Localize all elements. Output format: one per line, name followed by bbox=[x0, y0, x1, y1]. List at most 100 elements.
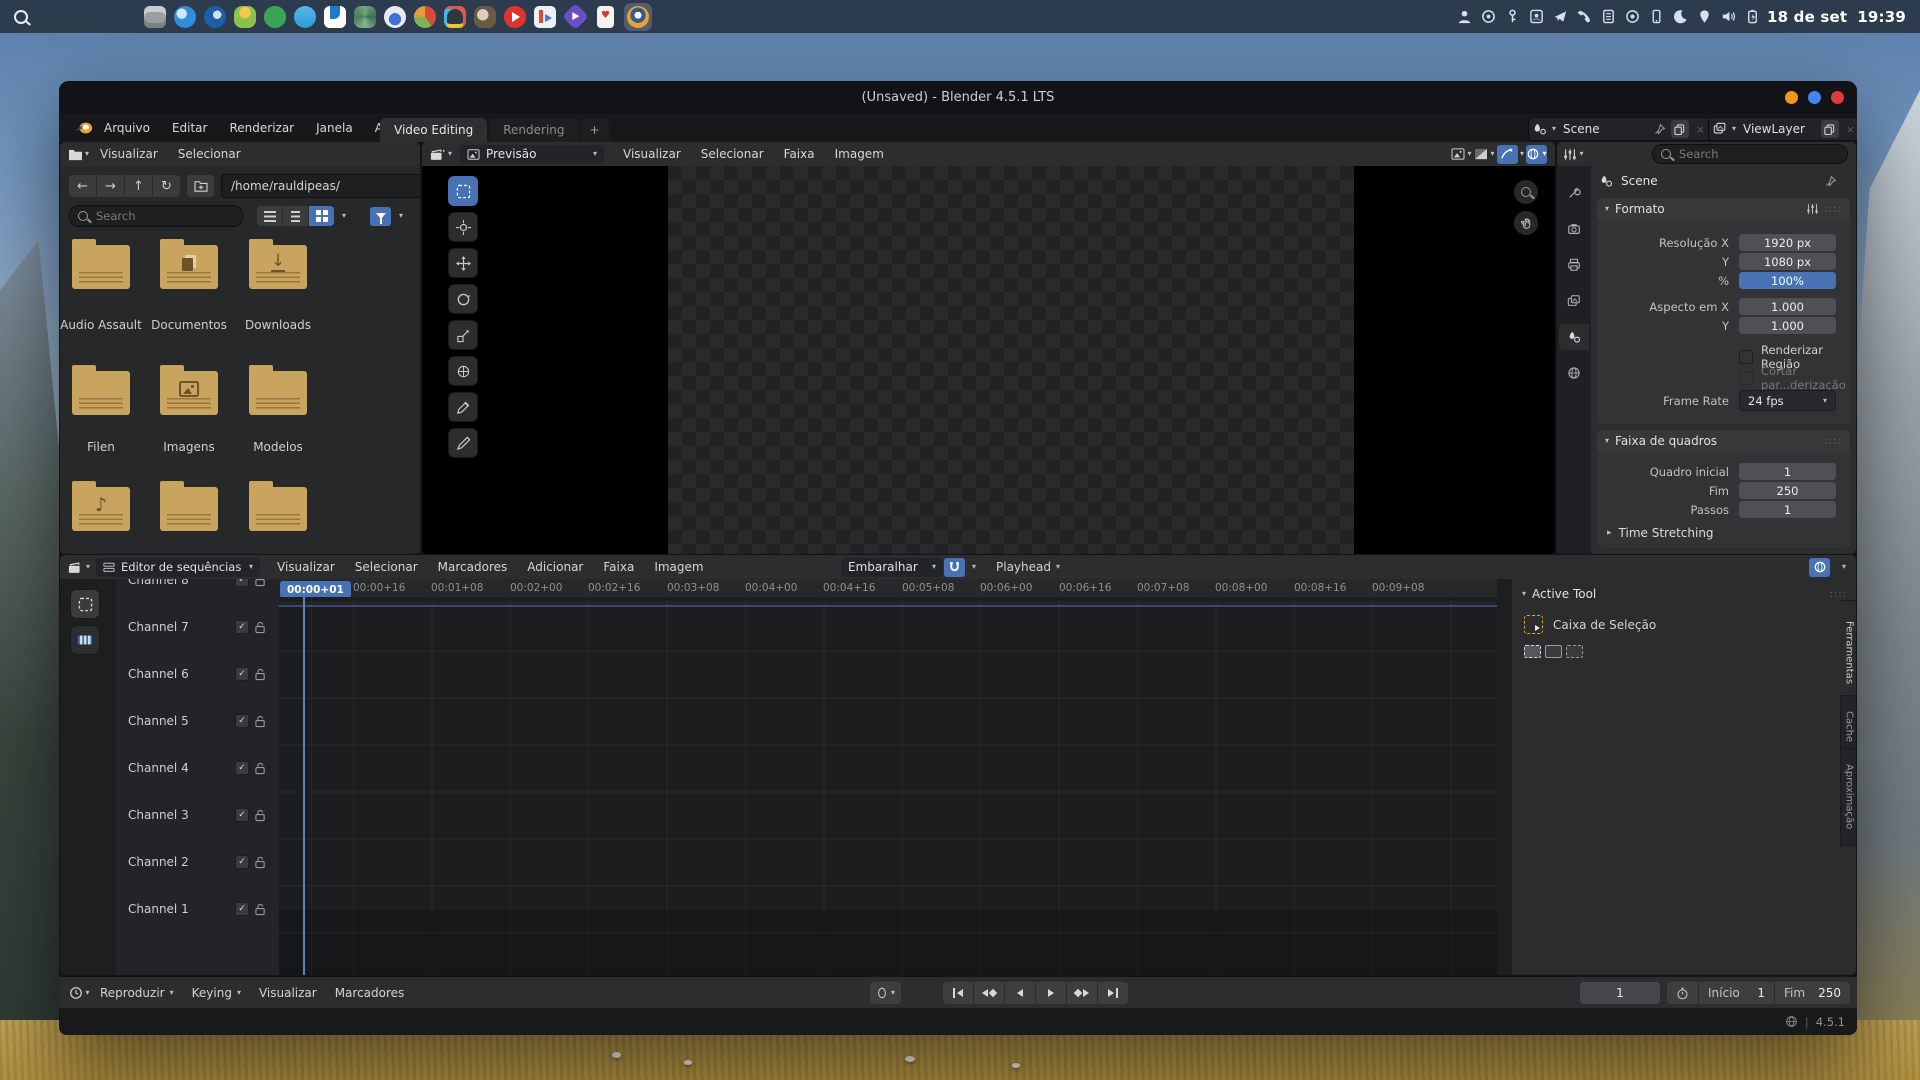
folder-documentos[interactable] bbox=[160, 245, 218, 289]
drag-dots-icon[interactable]: :::: bbox=[1825, 436, 1842, 447]
preview-canvas[interactable] bbox=[668, 166, 1354, 554]
menu-visualizar[interactable]: Visualizar bbox=[259, 986, 317, 1000]
back-button[interactable] bbox=[69, 175, 97, 197]
file-manager-icon[interactable] bbox=[144, 6, 166, 28]
unlink-scene-icon[interactable]: × bbox=[1694, 123, 1707, 136]
davinci-resolve-icon[interactable] bbox=[444, 6, 466, 28]
weather-app-icon[interactable] bbox=[384, 6, 406, 28]
thumbnail-view-button[interactable] bbox=[309, 206, 334, 226]
drag-dots-icon[interactable]: :::: bbox=[1825, 204, 1842, 215]
formato-panel-header[interactable]: Formato :::: bbox=[1597, 198, 1850, 220]
night-light-tray-icon[interactable] bbox=[1673, 9, 1688, 24]
pin-icon[interactable] bbox=[1653, 123, 1666, 136]
seq-overlays-toggle[interactable] bbox=[1809, 558, 1830, 577]
fb-search[interactable] bbox=[69, 205, 243, 227]
resolution-x-field[interactable]: 1920 px bbox=[1739, 234, 1836, 251]
overlap-mode-dropdown[interactable]: Embaralhar bbox=[841, 558, 943, 577]
preview-shading-dropdown[interactable] bbox=[1474, 145, 1495, 164]
select-box-tool-icon[interactable] bbox=[1524, 615, 1543, 634]
tool-annotate[interactable] bbox=[448, 428, 478, 458]
seq-menu-marcadores[interactable]: Marcadores bbox=[429, 560, 517, 574]
phone-tray-icon[interactable] bbox=[1649, 9, 1664, 24]
menu-arquivo[interactable]: Arquivo bbox=[93, 114, 161, 142]
seq-tool-select-box[interactable] bbox=[70, 589, 100, 619]
list-view-detail-button[interactable] bbox=[283, 206, 309, 226]
forward-button[interactable] bbox=[97, 175, 125, 197]
channel-mute-checkbox[interactable]: ✓ bbox=[235, 902, 249, 916]
remove-viewlayer-icon[interactable]: × bbox=[1844, 123, 1857, 136]
editor-type-properties[interactable] bbox=[1563, 145, 1584, 164]
seq-menu-selecionar[interactable]: Selecionar bbox=[346, 560, 427, 574]
play-button[interactable] bbox=[1036, 982, 1067, 1004]
new-viewlayer-button[interactable] bbox=[1821, 120, 1839, 138]
fb-menu-visualizar[interactable]: Visualizar bbox=[91, 147, 167, 161]
scene-selector[interactable]: Scene × bbox=[1528, 117, 1712, 141]
strip-select-variant-icon[interactable] bbox=[1524, 645, 1541, 658]
properties-search[interactable] bbox=[1652, 144, 1848, 164]
channel-row[interactable]: Channel 5 ✓ bbox=[116, 698, 276, 745]
menu-keying[interactable]: Keying bbox=[192, 986, 241, 1000]
channel-row[interactable]: Channel 2 ✓ bbox=[116, 839, 276, 886]
channel-mute-checkbox[interactable]: ✓ bbox=[235, 855, 249, 869]
tab-output[interactable] bbox=[1559, 252, 1589, 278]
channel-row[interactable]: Channel 6 ✓ bbox=[116, 651, 276, 698]
pv-menu-visualizar[interactable]: Visualizar bbox=[614, 147, 690, 161]
tab-video-editing[interactable]: Video Editing bbox=[380, 118, 487, 142]
view-mode-dropdown[interactable]: Previsão bbox=[460, 145, 604, 164]
tab-rendering[interactable]: Rendering bbox=[489, 118, 578, 142]
crop-region-checkbox[interactable] bbox=[1739, 371, 1753, 385]
freetube-icon[interactable] bbox=[534, 6, 556, 28]
snap-toggle[interactable] bbox=[944, 558, 965, 577]
pin-icon[interactable] bbox=[1824, 175, 1837, 188]
editor-type-preview[interactable] bbox=[430, 145, 452, 164]
viewlayer-selector[interactable]: ViewLayer × bbox=[1708, 117, 1857, 141]
clock[interactable]: 18 de set 19:39 bbox=[1767, 8, 1906, 26]
menu-marcadores[interactable]: Marcadores bbox=[335, 986, 405, 1000]
maximize-button[interactable] bbox=[1808, 91, 1821, 104]
contact-badge-tray-icon[interactable] bbox=[1529, 9, 1544, 24]
jump-to-start-button[interactable] bbox=[943, 982, 974, 1004]
blender-logo-icon[interactable] bbox=[75, 121, 93, 135]
fb-menu-selecionar[interactable]: Selecionar bbox=[169, 147, 250, 161]
frame-range-panel-header[interactable]: Faixa de quadros :::: bbox=[1597, 430, 1850, 452]
tool-rotate[interactable] bbox=[448, 284, 478, 314]
channel-row[interactable]: Channel 3 ✓ bbox=[116, 792, 276, 839]
telegram-tray-icon[interactable] bbox=[1553, 9, 1568, 24]
pie-chart-app-icon[interactable] bbox=[414, 6, 436, 28]
tab-render[interactable] bbox=[1559, 216, 1589, 242]
tab-world[interactable] bbox=[1559, 360, 1589, 386]
gimp-icon[interactable] bbox=[474, 6, 496, 28]
blender-icon[interactable] bbox=[627, 6, 649, 28]
trello-icon[interactable] bbox=[324, 6, 346, 28]
editor-type-sequencer[interactable] bbox=[68, 558, 90, 577]
timeline-ruler[interactable]: 00:00+01 00:00+16 00:01+08 00:02+00 00:0… bbox=[279, 579, 1497, 597]
thunderbird-icon[interactable] bbox=[204, 6, 226, 28]
overlays-toggle[interactable] bbox=[1526, 145, 1547, 164]
fb-search-input[interactable] bbox=[94, 208, 234, 224]
thunderbird-tray-icon[interactable] bbox=[1481, 9, 1496, 24]
playhead-menu[interactable]: Playhead bbox=[996, 560, 1060, 574]
play-reverse-button[interactable] bbox=[1005, 982, 1036, 1004]
aspect-x-field[interactable]: 1.000 bbox=[1739, 298, 1836, 315]
playback-sync-dropdown[interactable] bbox=[870, 982, 901, 1004]
lock-icon[interactable] bbox=[255, 762, 266, 775]
seq-menu-adicionar[interactable]: Adicionar bbox=[518, 560, 592, 574]
frame-end-field[interactable]: 250 bbox=[1739, 482, 1836, 499]
pan-button[interactable] bbox=[1514, 211, 1538, 235]
telegram-icon[interactable] bbox=[294, 6, 316, 28]
menu-editar[interactable]: Editar bbox=[161, 114, 219, 142]
tool-move[interactable] bbox=[448, 248, 478, 278]
frame-start-field[interactable]: 1 bbox=[1739, 463, 1836, 480]
channel-row[interactable]: Channel 7 ✓ bbox=[116, 604, 276, 651]
time-stretching-header[interactable]: Time Stretching bbox=[1607, 526, 1714, 540]
lock-icon[interactable] bbox=[255, 621, 266, 634]
minimize-button[interactable] bbox=[1785, 91, 1798, 104]
tool-scale[interactable] bbox=[448, 320, 478, 350]
frame-rate-dropdown[interactable]: 24 fps bbox=[1739, 390, 1836, 411]
channel-mute-checkbox[interactable]: ✓ bbox=[235, 579, 249, 587]
editor-type-timeline[interactable] bbox=[69, 984, 90, 1003]
strip-dashed-variant-icon[interactable] bbox=[1566, 645, 1583, 658]
channel-mute-checkbox[interactable]: ✓ bbox=[235, 667, 249, 681]
sequencer-view-dropdown[interactable]: Editor de sequências bbox=[96, 558, 260, 577]
calls-icon[interactable] bbox=[264, 6, 286, 28]
